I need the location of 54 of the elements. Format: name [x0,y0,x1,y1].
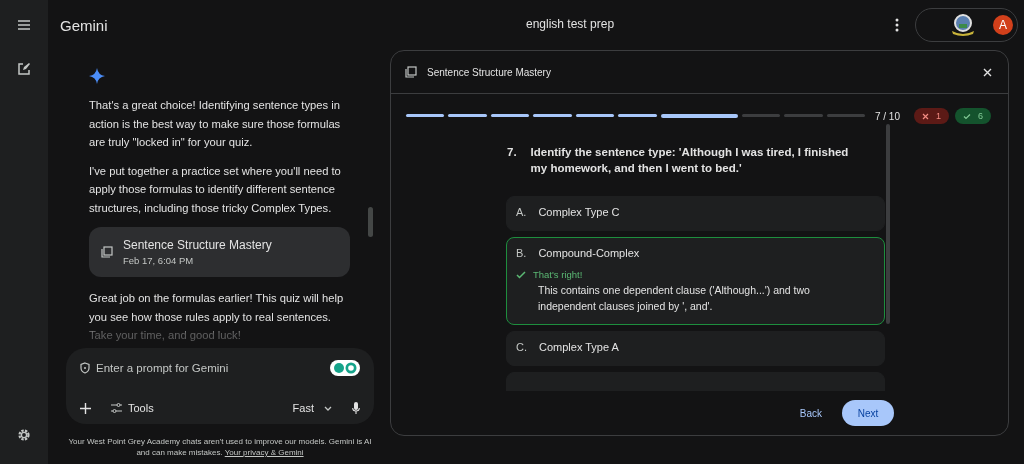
right-count-badge: 6 [955,108,991,124]
back-button[interactable]: Back [793,406,828,420]
disclaimer-text: Your West Point Grey Academy chats aren't used to improve our models. Gemini is AI and can make mistakes. Your privacy & Gemini [67,436,373,458]
privacy-link[interactable]: Your privacy & Gemini [224,448,304,457]
response-paragraph: Great job on the formulas earlier! This quiz will help you see how those rules apply to real sentences. Take your time, and good luck! [89,291,345,343]
option-text: Complex Type C [538,206,620,218]
app-name: Gemini [60,16,108,34]
option-letter: C. [516,341,527,353]
option-letter: B. [516,247,527,259]
menu-icon[interactable] [17,19,31,31]
next-button[interactable]: Next [842,400,894,426]
attachment-title: Sentence Structure Mastery [123,238,272,252]
check-icon [516,270,526,279]
cross-icon [921,112,929,120]
quiz-icon [405,66,417,78]
answer-option[interactable]: C. Complex Type A [506,331,885,366]
question-counter: 7 / 10 [874,110,900,122]
sparkle-icon [89,68,105,84]
close-icon[interactable] [983,67,992,77]
wrong-count-badge: 1 [913,108,949,124]
extension-badge-icon[interactable] [330,360,360,376]
settings-icon[interactable] [17,428,31,442]
shield-icon [80,362,90,374]
quiz-scrollbar[interactable] [886,124,890,324]
sliders-icon [111,403,122,413]
more-options-icon[interactable] [895,18,899,32]
feedback-text: This contains one dependent clause ('Although...') and two independent clauses joined by ', and'. [538,283,811,314]
feedback-title: That's right! [533,269,583,280]
tools-button[interactable]: Tools [111,402,154,414]
quiz-title: Sentence Structure Mastery [427,66,551,78]
conversation-title: english test prep [526,17,615,31]
prompt-field[interactable]: Enter a prompt for Gemini [96,362,324,374]
microphone-icon[interactable] [352,402,360,414]
option-letter: A. [516,206,527,218]
account-avatar[interactable]: A [993,15,1013,35]
answer-option[interactable]: A. Complex Type C [506,196,885,231]
prompt-box[interactable]: Enter a prompt for Gemini Tools Fast [66,348,374,424]
response-paragraph: I've put together a practice set where you'll need to apply those formulas to identify different sentence structures, including those tricky Complex Types. [89,163,342,216]
crest-icon [950,13,976,37]
model-selector[interactable]: Fast [292,402,332,414]
add-icon[interactable] [80,402,91,414]
edit-icon[interactable] [17,62,31,76]
attachment-date: Feb 17, 6:04 PM [123,255,195,266]
chevron-down-icon [324,405,332,411]
answer-option[interactable]: B. Compound-Complex That's right! This contains one dependent clause ('Although...') and two independent clauses joined by ', and'. [506,237,885,325]
quiz-icon [101,246,113,258]
option-text: Complex Type A [539,341,619,353]
question-text: Identify the sentence type: 'Although I was tired, I finished my homework, and then I went to bed.' [530,145,850,176]
option-text: Compound-Complex [538,247,640,259]
question-number: 7. [507,145,517,160]
check-icon [963,112,971,120]
quiz-attachment-card[interactable]: Sentence Structure Mastery Feb 17, 6:04 PM [89,227,350,277]
response-paragraph: That's a great choice! Identifying sentence types in action is the best way to make sure those formulas are truly "locked in" for your quiz. [89,98,342,150]
chat-scrollbar[interactable] [368,207,373,237]
